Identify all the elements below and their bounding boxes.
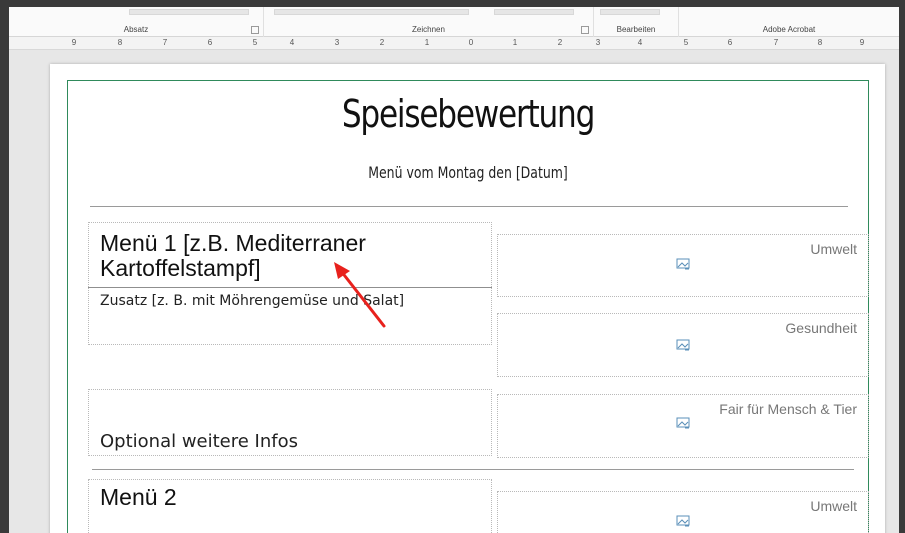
menu1-addition[interactable]: Zusatz [z. B. mit Möhrengemüse und Salat… [100, 293, 404, 309]
menu1-title-line1[interactable]: Menü 1 [z.B. Mediterraner [100, 231, 366, 256]
ruler-number: 2 [379, 38, 385, 47]
window-left-edge [0, 0, 9, 533]
dialog-launcher-icon[interactable] [251, 26, 259, 34]
document-subtitle[interactable]: Menü vom Montag den [Datum] [155, 163, 781, 182]
rating-label-gesundheit: Gesundheit [785, 320, 857, 336]
horizontal-ruler[interactable]: 9 8 7 6 5 4 3 2 1 0 1 2 3 4 5 6 7 8 9 [9, 37, 899, 50]
ribbon-group-label: Absatz [123, 25, 149, 34]
word-window: Absatz Zeichnen Bearbeiten Adobe Acrobat… [0, 0, 905, 533]
rating-label-umwelt: Umwelt [810, 241, 857, 257]
ruler-number: 5 [252, 38, 258, 47]
ruler-number: 2 [557, 38, 563, 47]
document-title[interactable]: Speisebewertung [139, 92, 797, 136]
ribbon: Absatz Zeichnen Bearbeiten Adobe Acrobat [9, 7, 899, 37]
window-right-edge [899, 0, 905, 533]
ruler-number: 4 [637, 38, 643, 47]
ribbon-group-label: Bearbeiten [616, 25, 656, 34]
ruler-number: 0 [468, 38, 474, 47]
menu1-title-line2[interactable]: Kartoffelstampf] [100, 256, 261, 281]
rating-label-umwelt-2: Umwelt [810, 498, 857, 514]
ribbon-group-absatz: Absatz [9, 7, 264, 37]
ruler-number: 1 [512, 38, 518, 47]
title-divider [90, 206, 848, 207]
ribbon-group-bearbeiten[interactable]: Bearbeiten [594, 7, 679, 37]
section-divider [92, 469, 854, 470]
ruler-number: 8 [117, 38, 123, 47]
picture-placeholder-icon[interactable] [676, 258, 690, 270]
ribbon-controls-remnant [494, 9, 574, 15]
menu1-divider [88, 287, 492, 288]
ribbon-controls-remnant [274, 9, 469, 15]
ruler-number: 3 [334, 38, 340, 47]
rating-label-fair: Fair für Mensch & Tier [719, 401, 857, 417]
ruler-number: 5 [683, 38, 689, 47]
menu2-title[interactable]: Menü 2 [100, 485, 177, 510]
picture-placeholder-icon[interactable] [676, 417, 690, 429]
ruler-number: 6 [727, 38, 733, 47]
ruler-number: 9 [859, 38, 865, 47]
dialog-launcher-icon[interactable] [581, 26, 589, 34]
optional-info-text[interactable]: Optional weitere Infos [100, 431, 298, 452]
ruler-number: 4 [289, 38, 295, 47]
ruler-number: 1 [424, 38, 430, 47]
ruler-number: 8 [817, 38, 823, 47]
ribbon-group-label: Zeichnen [412, 25, 445, 34]
ruler-number: 7 [773, 38, 779, 47]
picture-placeholder-icon[interactable] [676, 515, 690, 527]
ribbon-controls-remnant [600, 9, 660, 15]
ribbon-controls-remnant [129, 9, 249, 15]
ribbon-group-label: Adobe Acrobat [762, 25, 816, 34]
ruler-number: 7 [162, 38, 168, 47]
window-top-edge [0, 0, 905, 7]
ruler-number: 9 [71, 38, 77, 47]
ruler-number: 3 [595, 38, 601, 47]
picture-placeholder-icon[interactable] [676, 339, 690, 351]
ribbon-group-zeichnen: Zeichnen [264, 7, 594, 37]
ribbon-group-adobe-acrobat: Adobe Acrobat [679, 7, 899, 37]
ruler-number: 6 [207, 38, 213, 47]
